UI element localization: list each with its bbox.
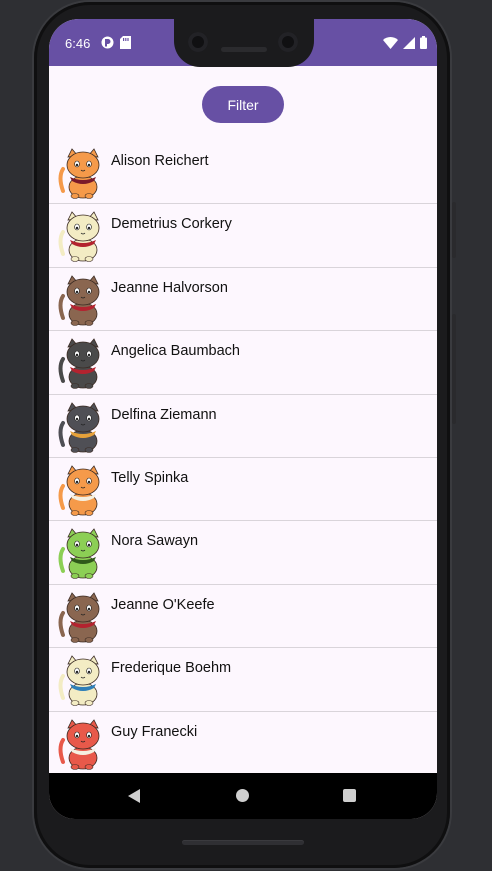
- list-item-name: Demetrius Corkery: [111, 216, 232, 233]
- list-item[interactable]: Guy Franecki: [49, 712, 437, 775]
- cat-avatar-icon: [58, 592, 100, 643]
- list-item[interactable]: Frederique Boehm: [49, 648, 437, 712]
- cat-avatar-icon: [58, 465, 100, 516]
- list-item[interactable]: Demetrius Corkery: [49, 204, 437, 268]
- earpiece-speaker: [221, 47, 267, 52]
- front-camera-right: [278, 32, 298, 52]
- list-item-name: Delfina Ziemann: [111, 406, 217, 423]
- cellular-signal-icon: [403, 36, 415, 49]
- contact-list: Alison Reichert Demetrius Corkery Jeanne H…: [49, 141, 437, 775]
- battery-icon: [420, 36, 427, 49]
- filter-button[interactable]: Filter: [202, 86, 284, 123]
- cat-avatar-icon: [58, 275, 100, 326]
- filter-area: Filter: [49, 66, 437, 132]
- cat-avatar-icon: [58, 655, 100, 706]
- cat-avatar-icon: [58, 401, 100, 453]
- list-item[interactable]: Alison Reichert: [49, 141, 437, 205]
- recents-icon[interactable]: [343, 789, 356, 802]
- home-icon[interactable]: [236, 789, 249, 802]
- cat-avatar-icon: [58, 528, 100, 580]
- list-item-name: Guy Franecki: [111, 723, 198, 740]
- list-item[interactable]: Telly Spinka: [49, 458, 437, 522]
- back-icon[interactable]: [128, 789, 140, 803]
- status-bar: 6:46: [49, 19, 437, 67]
- list-item-name: Nora Sawayn: [111, 533, 199, 550]
- cat-avatar-icon: [58, 211, 100, 263]
- bottom-speaker: [182, 840, 304, 845]
- list-item-name: Jeanne Halvorson: [111, 279, 228, 296]
- navigation-bar: [49, 773, 437, 819]
- volume-button: [452, 314, 456, 424]
- status-icons-right: [383, 36, 427, 49]
- cat-avatar-icon: [58, 148, 100, 199]
- list-item-name: Telly Spinka: [111, 469, 189, 486]
- cat-avatar-icon: [58, 338, 100, 389]
- status-icons-left: [101, 36, 131, 49]
- phone-frame: 6:46 Filter Alison Reichert Demetrius Co…: [34, 2, 456, 868]
- list-item-name: Frederique Boehm: [111, 660, 232, 677]
- list-item[interactable]: Jeanne Halvorson: [49, 268, 437, 332]
- camera-notch: [174, 19, 314, 67]
- front-camera-left: [188, 32, 208, 52]
- app-screen: 6:46 Filter Alison Reichert Demetrius Co…: [49, 19, 437, 819]
- list-item[interactable]: Nora Sawayn: [49, 521, 437, 585]
- status-time: 6:46: [65, 36, 91, 51]
- list-item[interactable]: Jeanne O'Keefe: [49, 585, 437, 649]
- list-item-name: Alison Reichert: [111, 153, 209, 169]
- list-item[interactable]: Angelica Baumbach: [49, 331, 437, 395]
- cat-avatar-icon: [58, 718, 100, 770]
- app-notification-icon: [101, 36, 114, 49]
- list-item-name: Jeanne O'Keefe: [111, 596, 215, 613]
- power-button: [452, 202, 456, 258]
- sd-card-icon: [120, 36, 131, 49]
- list-item[interactable]: Delfina Ziemann: [49, 395, 437, 458]
- list-item-name: Angelica Baumbach: [111, 343, 240, 360]
- wifi-icon: [383, 36, 398, 49]
